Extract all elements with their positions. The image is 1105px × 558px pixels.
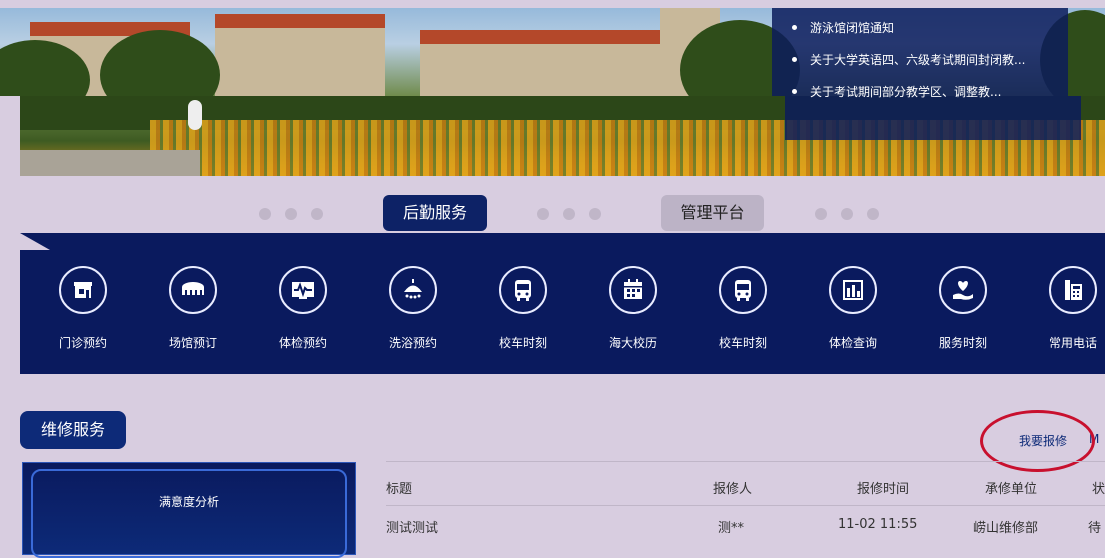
service-shuttle-schedule-2[interactable]: 校车时刻 — [688, 266, 798, 351]
row-reporter: 测** — [718, 521, 745, 536]
shower-icon — [389, 266, 437, 314]
ecg-monitor-icon — [279, 266, 327, 314]
decorative-dots — [259, 208, 323, 220]
service-band-edge — [20, 233, 1105, 250]
bar-chart-icon — [829, 266, 877, 314]
service-venue-booking[interactable]: 场馆预订 — [138, 266, 248, 351]
table-divider — [386, 505, 1105, 506]
service-checkup-query[interactable]: 体检查询 — [798, 266, 908, 351]
service-label: 洗浴预约 — [388, 336, 437, 350]
service-label: 校车时刻 — [718, 336, 767, 350]
repair-service-title: 维修服务 — [20, 411, 126, 449]
service-label: 服务时刻 — [938, 336, 987, 350]
row-time: 11-02 11:55 — [838, 517, 918, 532]
bus-icon — [719, 266, 767, 314]
table-divider — [386, 461, 1105, 462]
column-header-time: 报修时间 — [857, 482, 910, 497]
service-label: 海大校历 — [608, 336, 657, 350]
notice-item[interactable]: 游泳馆闭馆通知 — [790, 12, 1068, 44]
service-label: 场馆预订 — [168, 336, 217, 350]
calendar-icon — [609, 266, 657, 314]
notice-item[interactable]: 关于考试期间部分教学区、调整教... — [790, 76, 1068, 108]
row-title[interactable]: 测试测试 — [386, 517, 438, 536]
service-label: 体检预约 — [278, 336, 327, 350]
service-label: 常用电话 — [1048, 336, 1097, 350]
service-label: 门诊预约 — [58, 336, 107, 350]
decorative-dots — [815, 208, 879, 220]
service-service-hours[interactable]: 服务时刻 — [908, 266, 1018, 351]
column-header-unit: 承修单位 — [985, 482, 1038, 497]
service-clinic-appointment[interactable]: 门诊预约 — [28, 266, 138, 351]
service-school-calendar[interactable]: 海大校历 — [578, 266, 688, 351]
row-status: 待 — [1088, 521, 1102, 536]
service-label: 校车时刻 — [498, 336, 547, 350]
tab-logistics-services[interactable]: 后勤服务 — [383, 195, 487, 231]
column-header-reporter: 报修人 — [713, 482, 753, 497]
notice-item[interactable]: 关于大学英语四、六级考试期间封闭教... — [790, 44, 1068, 76]
service-label: 体检查询 — [828, 336, 877, 350]
satisfaction-analysis-title: 满意度分析 — [158, 495, 219, 509]
notice-panel: 游泳馆闭馆通知 关于大学英语四、六级考试期间封闭教... 关于考试期间部分教学区… — [772, 8, 1068, 99]
bus-icon — [499, 266, 547, 314]
service-checkup-appointment[interactable]: 体检预约 — [248, 266, 358, 351]
stadium-icon — [169, 266, 217, 314]
column-header-status: 状 — [1092, 482, 1105, 497]
highlight-circle-annotation — [980, 410, 1095, 472]
heart-hand-icon — [939, 266, 987, 314]
service-shuttle-schedule[interactable]: 校车时刻 — [468, 266, 578, 351]
service-shower-booking[interactable]: 洗浴预约 — [358, 266, 468, 351]
service-common-phones[interactable]: 常用电话 — [1018, 266, 1105, 351]
row-unit: 崂山维修部 — [973, 521, 1039, 536]
satisfaction-analysis-panel: 满意度分析 — [22, 462, 356, 558]
decorative-dots — [537, 208, 601, 220]
tab-management-platform[interactable]: 管理平台 — [661, 195, 764, 231]
clinic-icon — [59, 266, 107, 314]
column-header-title: 标题 — [386, 482, 413, 497]
telephone-icon — [1049, 266, 1097, 314]
